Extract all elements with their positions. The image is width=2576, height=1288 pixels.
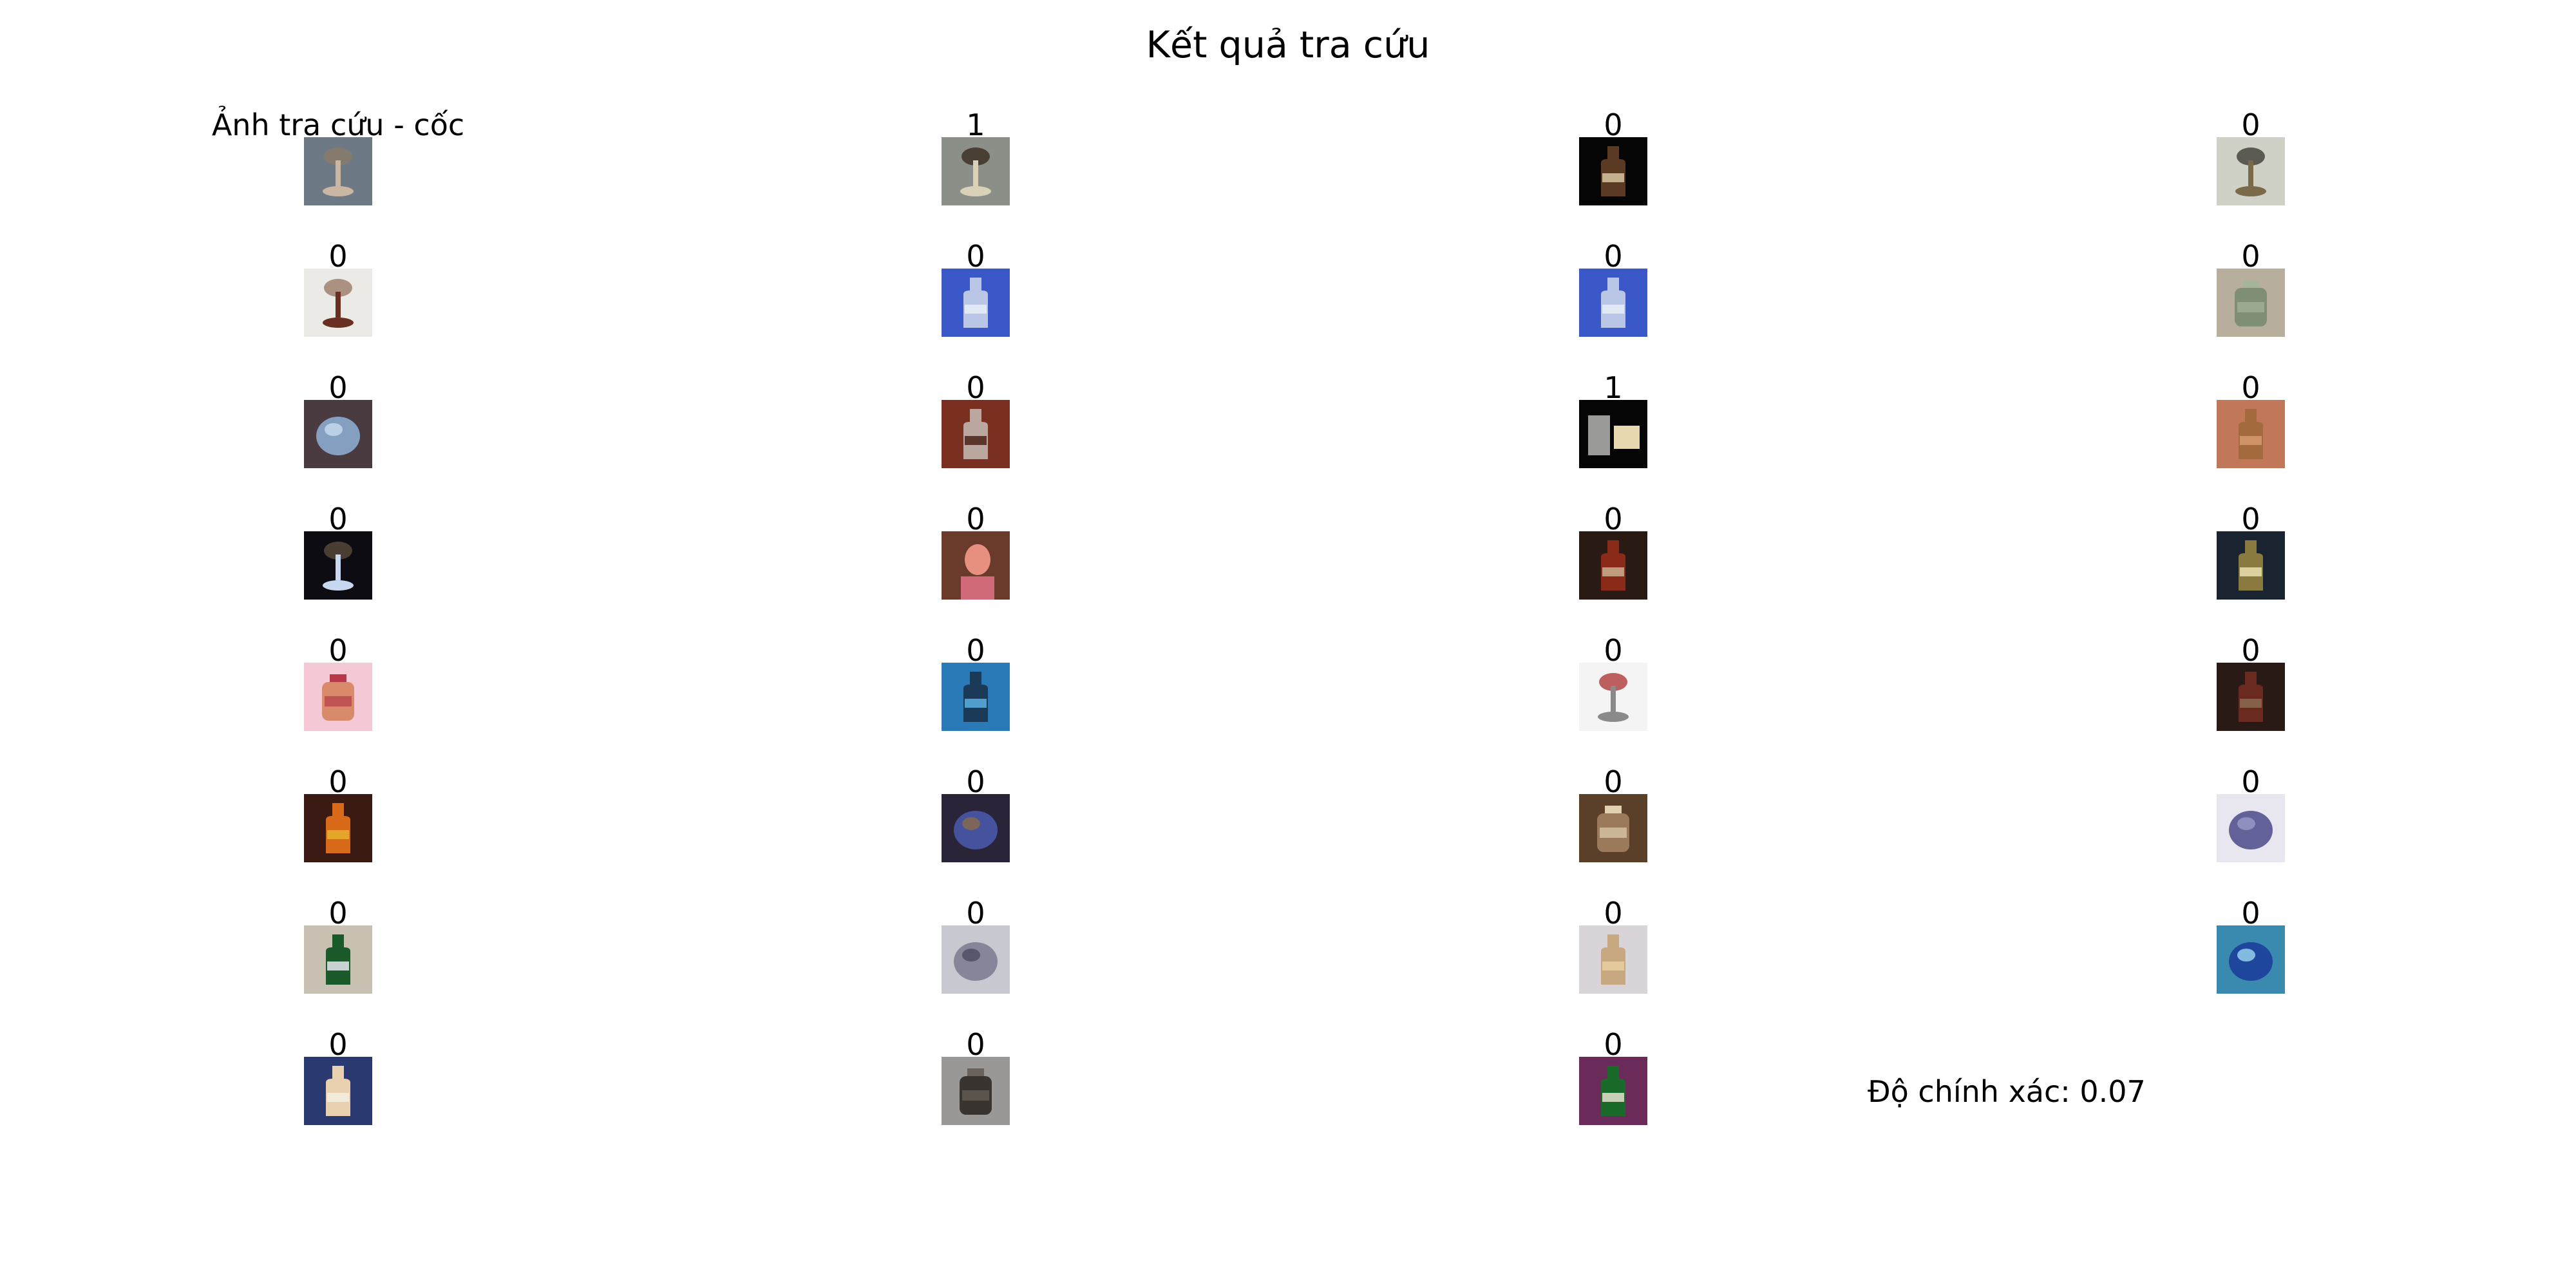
result-thumbnail (942, 531, 1010, 600)
thumbnail-image-0 (304, 137, 372, 205)
thumbnail-image-10 (1579, 400, 1647, 468)
accuracy-text: Độ chính xác: 0.07 (1868, 1074, 2146, 1109)
thumbnail-image-16 (304, 663, 372, 731)
thumbnail-image-17 (942, 663, 1010, 731)
thumbnail-image-30 (1579, 1057, 1647, 1125)
thumbnail-image-7 (2217, 269, 2285, 337)
query-thumbnail (304, 137, 372, 205)
result-thumbnail (942, 925, 1010, 994)
result-thumbnail (2217, 794, 2285, 862)
result-thumbnail (1579, 663, 1647, 731)
result-thumbnail (942, 137, 1010, 205)
thumbnail-image-2 (1579, 137, 1647, 205)
thumbnail-image-13 (942, 531, 1010, 600)
result-thumbnail (1579, 137, 1647, 205)
thumbnail-image-20 (304, 794, 372, 862)
thumbnail-image-6 (1579, 269, 1647, 337)
result-thumbnail (942, 400, 1010, 468)
result-thumbnail (304, 400, 372, 468)
result-thumbnail (1579, 531, 1647, 600)
result-thumbnail (304, 663, 372, 731)
thumbnail-image-4 (304, 269, 372, 337)
result-thumbnail (304, 925, 372, 994)
result-thumbnail (942, 794, 1010, 862)
result-thumbnail (1579, 269, 1647, 337)
result-thumbnail (2217, 925, 2285, 994)
result-thumbnail (2217, 400, 2285, 468)
thumbnail-image-8 (304, 400, 372, 468)
result-thumbnail (942, 269, 1010, 337)
result-thumbnail (2217, 137, 2285, 205)
thumbnail-image-27 (2217, 925, 2285, 994)
thumbnail-image-15 (2217, 531, 2285, 600)
figure-title: Kết quả tra cứu (1146, 24, 1430, 66)
result-thumbnail (2217, 531, 2285, 600)
thumbnail-image-19 (2217, 663, 2285, 731)
thumbnail-image-9 (942, 400, 1010, 468)
result-thumbnail (304, 794, 372, 862)
thumbnail-image-5 (942, 269, 1010, 337)
thumbnail-image-22 (1579, 794, 1647, 862)
thumbnail-image-23 (2217, 794, 2285, 862)
result-thumbnail (1579, 1057, 1647, 1125)
result-thumbnail (304, 1057, 372, 1125)
result-thumbnail (304, 269, 372, 337)
result-thumbnail (1579, 794, 1647, 862)
result-thumbnail (942, 663, 1010, 731)
thumbnail-image-14 (1579, 531, 1647, 600)
result-thumbnail (1579, 400, 1647, 468)
thumbnail-image-26 (1579, 925, 1647, 994)
thumbnail-image-29 (942, 1057, 1010, 1125)
result-thumbnail (942, 1057, 1010, 1125)
thumbnail-image-28 (304, 1057, 372, 1125)
thumbnail-image-3 (2217, 137, 2285, 205)
result-thumbnail (1579, 925, 1647, 994)
thumbnail-image-1 (942, 137, 1010, 205)
thumbnail-image-11 (2217, 400, 2285, 468)
thumbnail-image-25 (942, 925, 1010, 994)
result-thumbnail (2217, 269, 2285, 337)
thumbnail-image-24 (304, 925, 372, 994)
thumbnail-image-12 (304, 531, 372, 600)
thumbnail-image-18 (1579, 663, 1647, 731)
result-thumbnail (2217, 663, 2285, 731)
thumbnail-image-21 (942, 794, 1010, 862)
result-thumbnail (304, 531, 372, 600)
